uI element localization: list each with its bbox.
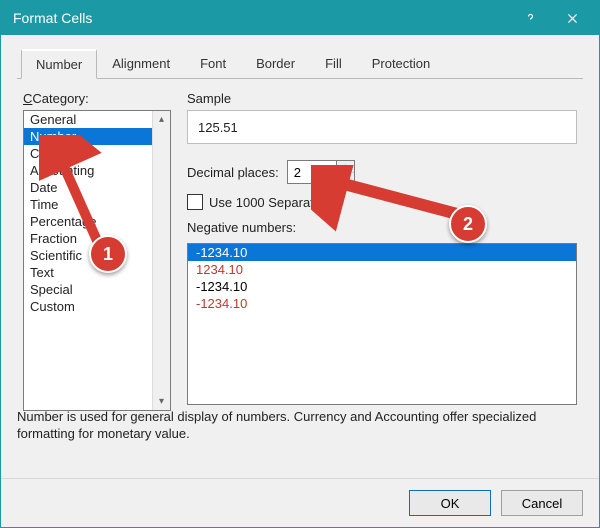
settings-column: Sample 125.51 Decimal places: ▲ ▼ — [187, 91, 577, 411]
decimal-input[interactable] — [288, 161, 336, 183]
category-item-number[interactable]: Number — [24, 128, 170, 145]
tab-panel-number: CCategory: General Number Currency Accou… — [17, 79, 583, 411]
negative-item-1[interactable]: 1234.10 — [188, 261, 576, 278]
category-scrollbar[interactable]: ▴ ▾ — [152, 111, 170, 410]
help-icon — [524, 12, 537, 25]
sample-value-box: 125.51 — [187, 110, 577, 144]
negative-item-3[interactable]: -1234.10 — [188, 295, 576, 312]
category-item-currency[interactable]: Currency — [24, 145, 170, 162]
separator-row: Use 1000 Separator (,) — [187, 194, 577, 210]
category-item-fraction[interactable]: Fraction — [24, 230, 170, 247]
category-item-scientific[interactable]: Scientific — [24, 247, 170, 264]
decimal-spinner[interactable]: ▲ ▼ — [287, 160, 355, 184]
tab-alignment[interactable]: Alignment — [97, 49, 185, 79]
negative-item-0[interactable]: -1234.10 — [188, 244, 576, 261]
format-cells-dialog: Format Cells Number Alignment Font Borde… — [0, 0, 600, 528]
cancel-button[interactable]: Cancel — [501, 490, 583, 516]
titlebar: Format Cells — [1, 1, 599, 35]
category-item-general[interactable]: General — [24, 111, 170, 128]
ok-button[interactable]: OK — [409, 490, 491, 516]
scroll-down-icon[interactable]: ▾ — [153, 393, 170, 410]
category-column: CCategory: General Number Currency Accou… — [23, 91, 171, 411]
format-description: Number is used for general display of nu… — [17, 409, 583, 443]
decimal-spin-buttons: ▲ ▼ — [336, 161, 354, 183]
separator-label: Use 1000 Separator (,) — [209, 195, 341, 210]
category-item-special[interactable]: Special — [24, 281, 170, 298]
decimal-row: Decimal places: ▲ ▼ — [187, 160, 577, 184]
separator-checkbox[interactable] — [187, 194, 203, 210]
category-item-percentage[interactable]: Percentage — [24, 213, 170, 230]
category-item-text[interactable]: Text — [24, 264, 170, 281]
category-item-time[interactable]: Time — [24, 196, 170, 213]
category-label: CCategory: — [23, 91, 171, 106]
category-item-date[interactable]: Date — [24, 179, 170, 196]
decimal-spin-down[interactable]: ▼ — [337, 173, 354, 184]
tab-border[interactable]: Border — [241, 49, 310, 79]
category-item-accounting[interactable]: Accounting — [24, 162, 170, 179]
negative-label: Negative numbers: — [187, 220, 577, 235]
negative-list[interactable]: -1234.10 1234.10 -1234.10 -1234.10 — [187, 243, 577, 405]
close-button[interactable] — [551, 1, 593, 35]
window-title: Format Cells — [13, 10, 509, 26]
tab-font[interactable]: Font — [185, 49, 241, 79]
help-button[interactable] — [509, 1, 551, 35]
sample-label: Sample — [187, 91, 577, 106]
sample-group: Sample 125.51 — [187, 91, 577, 144]
dialog-body: Number Alignment Font Border Fill Protec… — [1, 35, 599, 453]
tab-fill[interactable]: Fill — [310, 49, 357, 79]
tabstrip: Number Alignment Font Border Fill Protec… — [17, 49, 583, 79]
tab-number[interactable]: Number — [21, 49, 97, 79]
decimal-label: Decimal places: — [187, 165, 279, 180]
close-icon — [566, 12, 579, 25]
sample-value: 125.51 — [198, 120, 238, 135]
category-item-custom[interactable]: Custom — [24, 298, 170, 315]
negative-item-2[interactable]: -1234.10 — [188, 278, 576, 295]
tab-protection[interactable]: Protection — [357, 49, 446, 79]
decimal-spin-up[interactable]: ▲ — [337, 161, 354, 173]
dialog-footer: OK Cancel — [1, 478, 599, 527]
category-list[interactable]: General Number Currency Accounting Date … — [23, 110, 171, 411]
scroll-up-icon[interactable]: ▴ — [153, 111, 170, 128]
